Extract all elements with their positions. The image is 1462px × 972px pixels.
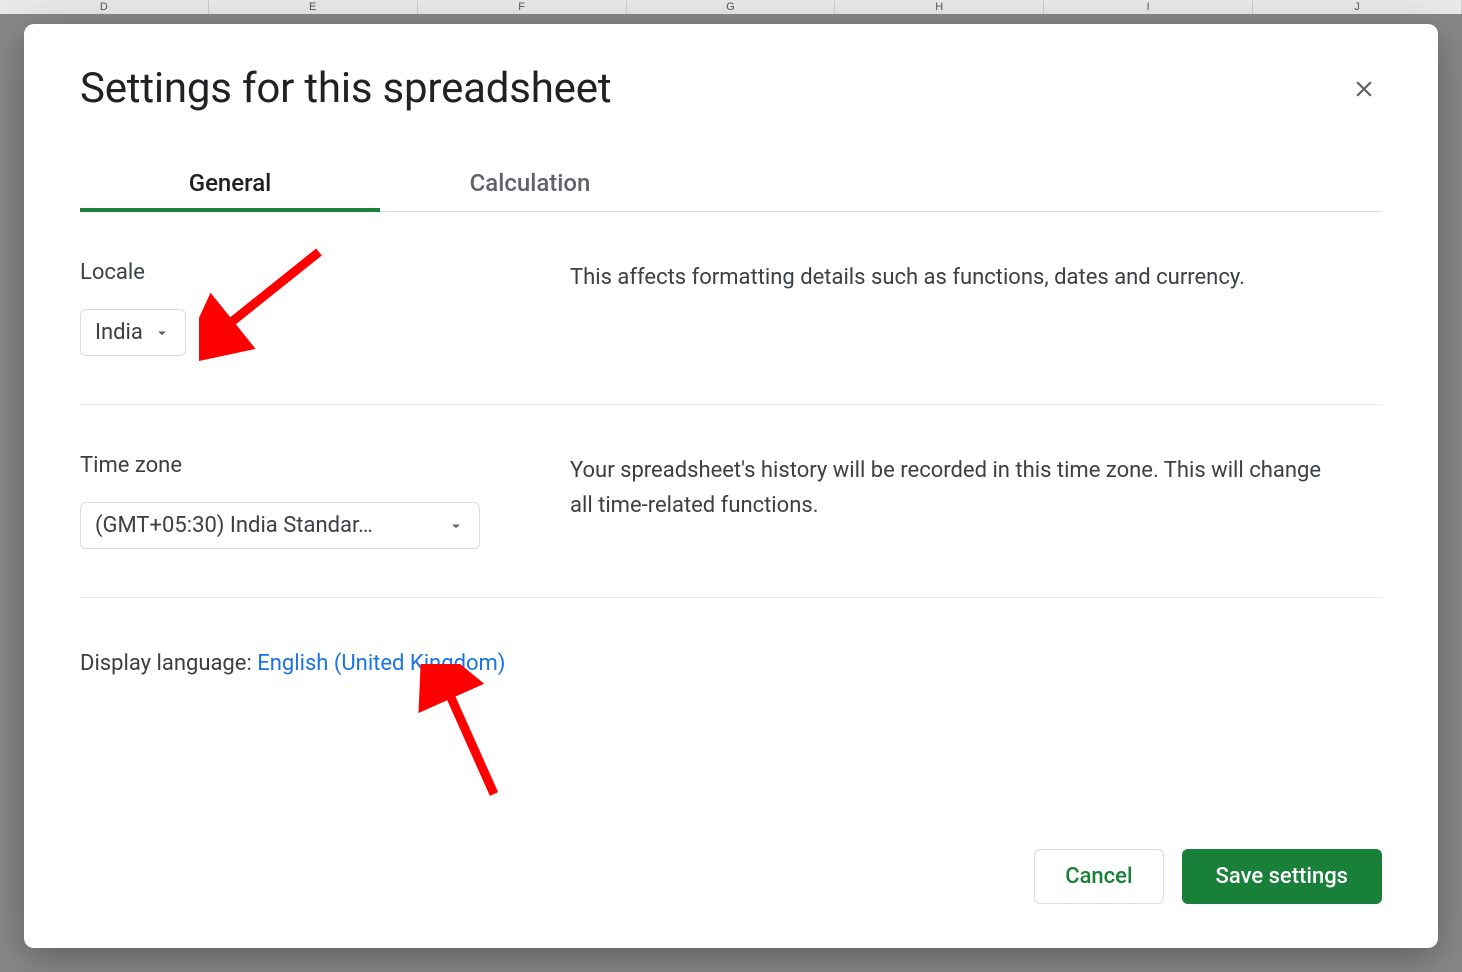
spreadsheet-column-headers: D E F G H I J [0,0,1462,14]
col-header: E [209,0,418,14]
locale-label: Locale [80,260,570,285]
close-button[interactable] [1346,71,1382,107]
locale-value: India [95,320,143,345]
col-header: G [627,0,836,14]
col-header: H [835,0,1044,14]
close-icon [1351,76,1377,102]
tab-general[interactable]: General [80,169,380,211]
tab-calculation[interactable]: Calculation [380,169,680,211]
dialog-title: Settings for this spreadsheet [80,64,611,113]
timezone-description: Your spreadsheet's history will be recor… [570,453,1342,523]
col-header: J [1253,0,1462,14]
language-row: Display language: English (United Kingdo… [80,598,540,681]
save-button[interactable]: Save settings [1182,849,1382,904]
col-header: D [0,0,209,14]
settings-dialog: Settings for this spreadsheet General Ca… [24,24,1438,948]
locale-description: This affects formatting details such as … [570,260,1342,295]
tabs: General Calculation [80,169,1382,212]
cancel-button[interactable]: Cancel [1034,849,1163,904]
timezone-label: Time zone [80,453,570,478]
dropdown-icon [153,324,171,342]
timezone-section: Time zone (GMT+05:30) India Standar… You… [80,405,1382,598]
dropdown-icon [447,517,465,535]
locale-select[interactable]: India [80,309,186,356]
locale-section: Locale India This affects formatting det… [80,212,1382,405]
col-header: F [418,0,627,14]
annotation-arrow-icon [414,664,524,804]
language-label: Display language: [80,651,257,676]
timezone-select[interactable]: (GMT+05:30) India Standar… [80,502,480,549]
col-header: I [1044,0,1253,14]
timezone-value: (GMT+05:30) India Standar… [95,513,437,538]
language-link[interactable]: English (United Kingdom) [257,651,505,676]
dialog-footer: Cancel Save settings [1034,849,1382,904]
